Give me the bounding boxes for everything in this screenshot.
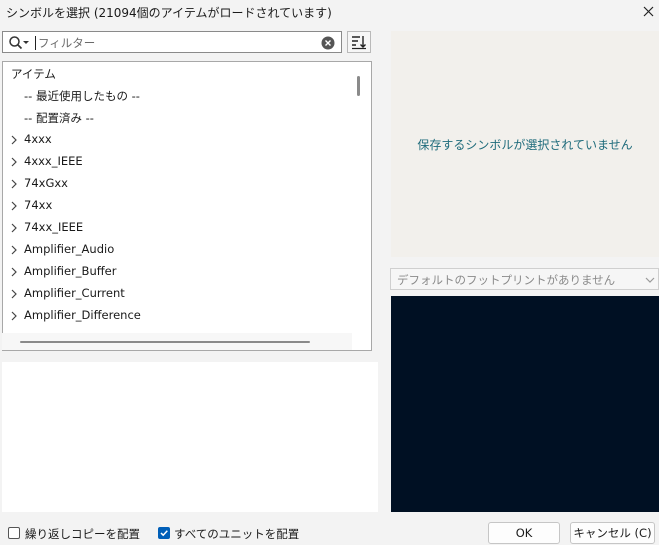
tree-row[interactable]: 74xx_IEEE [3,218,353,240]
tree-row[interactable]: -- 最近使用したもの -- [3,86,353,108]
tree-row-label: 74xx_IEEE [24,220,84,234]
tree-row-label: -- 最近使用したもの -- [24,89,140,103]
tree-row[interactable]: 4xxx_IEEE [3,152,353,174]
tree-column-header: アイテム [11,67,56,81]
checkmark-icon [160,530,168,537]
close-button[interactable] [638,0,659,22]
tree-row-label: -- 配置済み -- [24,111,94,125]
footprint-select[interactable]: デフォルトのフットプリントがありません [390,268,659,290]
sort-button[interactable] [347,31,371,53]
chevron-right-icon[interactable] [9,223,19,233]
tree-row[interactable]: Amplifier_Audio [3,240,353,262]
all-units-checkbox[interactable] [158,527,170,539]
tree-row-label: Amplifier_Difference [24,308,141,322]
chevron-right-icon[interactable] [9,157,19,167]
chevron-right-icon[interactable] [9,245,19,255]
window-title: シンボルを選択 (21094個のアイテムがロードされています) [6,6,332,20]
tree-row[interactable]: -- 配置済み -- [3,108,353,130]
chevron-right-icon[interactable] [9,201,19,211]
tree-row[interactable]: Amplifier_Current [3,284,353,306]
ok-button[interactable]: OK [488,522,560,544]
tree-row[interactable]: 4xxx [3,130,353,152]
chevron-right-icon[interactable] [9,135,19,145]
tree-row-label: 74xx [24,198,53,212]
symbol-description-pane [2,362,378,512]
tree-row-label: 4xxx_IEEE [24,154,83,168]
text-caret [35,36,36,50]
no-symbol-message: 保存するシンボルが選択されていません [417,138,633,152]
tree-row-label: 4xxx [24,132,52,146]
footprint-preview [391,296,659,512]
chevron-down-icon [645,277,655,283]
tree-row-label: 74xGxx [24,176,68,190]
repeat-copy-label[interactable]: 繰り返しコピーを配置 [25,526,140,542]
chevron-right-icon[interactable] [9,311,19,321]
filter-box[interactable]: フィルター [2,31,342,53]
tree-row[interactable]: Amplifier_Buffer [3,262,353,284]
tree-row[interactable]: 74xx [3,196,353,218]
search-icon[interactable] [8,35,30,51]
chevron-right-icon[interactable] [9,267,19,277]
tree-row-label: Amplifier_Buffer [24,264,117,278]
clear-icon[interactable] [321,36,335,50]
chevron-right-icon[interactable] [9,289,19,299]
tree-row[interactable]: Amplifier_Difference [3,306,353,328]
tree-row-label: Amplifier_Current [24,286,125,300]
horizontal-scrollbar[interactable] [20,341,310,343]
cancel-button[interactable]: キャンセル (C) [570,522,655,544]
chevron-right-icon[interactable] [9,179,19,189]
sort-icon [352,36,366,50]
all-units-label[interactable]: すべてのユニットを配置 [174,526,299,542]
tree-row[interactable]: 74xGxx [3,174,353,196]
tree-row-label: Amplifier_Audio [24,242,115,256]
symbol-tree[interactable]: アイテム -- 最近使用したもの -- -- 配置済み -- 4xxx 4xxx_IE… [2,61,372,351]
close-icon [643,6,654,16]
repeat-copy-checkbox[interactable] [8,527,20,539]
footprint-select-value: デフォルトのフットプリントがありません [397,273,616,287]
filter-placeholder[interactable]: フィルター [38,35,95,51]
vertical-scrollbar[interactable] [357,76,360,96]
